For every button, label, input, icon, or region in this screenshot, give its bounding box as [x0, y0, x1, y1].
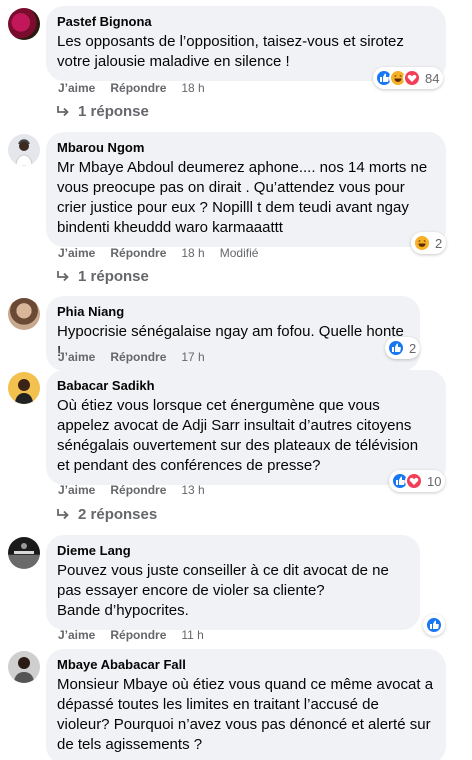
comment-timestamp[interactable]: 17 h [181, 349, 204, 365]
reactions-summary[interactable] [423, 614, 445, 636]
comment-bubble: Mbaye Ababacar Fall Monsieur Mbaye où ét… [46, 649, 446, 760]
love-icon [403, 69, 421, 87]
reply-button[interactable]: Répondre [110, 349, 166, 365]
comment-timestamp[interactable]: 18 h [181, 245, 204, 261]
avatar[interactable] [8, 651, 40, 683]
like-icon [387, 339, 405, 357]
reply-button[interactable]: Répondre [110, 482, 166, 498]
replies-count: 1 réponse [78, 103, 149, 120]
comment-text: Pouvez vous juste conseiller à ce dit av… [57, 562, 389, 619]
comment-author[interactable]: Dieme Lang [57, 543, 408, 559]
comment-author[interactable]: Phia Niang [57, 304, 408, 320]
comment-timestamp[interactable]: 13 h [181, 482, 204, 498]
avatar[interactable] [8, 537, 40, 569]
reply-button[interactable]: Répondre [110, 80, 166, 96]
comment-author[interactable]: Pastef Bignona [57, 14, 434, 30]
comment-bubble: Mbarou Ngom Mr Mbaye Abdoul deumerez aph… [46, 132, 446, 247]
comment-bubble: Babacar Sadikh Où étiez vous lorsque cet… [46, 370, 446, 485]
comment-actions: J’aime Répondre 18 h Modifié [58, 245, 258, 261]
comment-author[interactable]: Mbaye Ababacar Fall [57, 657, 434, 673]
comment-text: Monsieur Mbaye où étiez vous quand ce mê… [57, 676, 434, 753]
comment-text: Mr Mbaye Abdoul deumerez aphone.... nos … [57, 159, 428, 236]
like-icon [425, 616, 443, 634]
reply-arrow-icon [57, 508, 69, 519]
comment-actions: J’aime Répondre 17 h [58, 349, 205, 365]
like-button[interactable]: J’aime [58, 482, 95, 498]
reactions-summary[interactable]: 2 [385, 337, 421, 359]
comment-actions: J’aime Répondre 18 h [58, 80, 205, 96]
reply-button[interactable]: Répondre [110, 627, 166, 643]
avatar[interactable] [8, 298, 40, 330]
comment-bubble: Dieme Lang Pouvez vous juste conseiller … [46, 535, 420, 630]
comment-actions: J’aime Répondre 13 h [58, 482, 205, 498]
haha-icon [413, 234, 431, 252]
like-button[interactable]: J’aime [58, 627, 95, 643]
comment-author[interactable]: Babacar Sadikh [57, 378, 434, 394]
reaction-count: 2 [435, 235, 443, 251]
edited-label: Modifié [219, 246, 259, 260]
replies-count: 2 réponses [78, 506, 158, 523]
avatar[interactable] [8, 8, 40, 40]
reaction-count: 84 [425, 70, 440, 86]
reply-arrow-icon [57, 270, 69, 281]
view-replies-link[interactable]: 1 réponse [56, 103, 149, 120]
comment-author[interactable]: Mbarou Ngom [57, 140, 434, 156]
comment-text: Les opposants de l’opposition, taisez-vo… [57, 33, 404, 70]
replies-count: 1 réponse [78, 268, 149, 285]
comment-timestamp[interactable]: 18 h [181, 80, 204, 96]
reaction-count: 10 [427, 473, 442, 489]
like-button[interactable]: J’aime [58, 80, 95, 96]
reactions-summary[interactable]: 84 [373, 67, 444, 89]
avatar[interactable] [8, 372, 40, 404]
reactions-summary[interactable]: 10 [389, 470, 446, 492]
reply-arrow-icon [57, 105, 69, 116]
reactions-summary[interactable]: 2 [411, 232, 447, 254]
reply-button[interactable]: Répondre [110, 245, 166, 261]
like-button[interactable]: J’aime [58, 245, 95, 261]
view-replies-link[interactable]: 1 réponse [56, 268, 149, 285]
comment-timestamp[interactable]: 11 h [181, 627, 203, 643]
comment-text: Où étiez vous lorsque cet énergumène que… [57, 397, 419, 474]
avatar[interactable] [8, 134, 40, 166]
reaction-count: 2 [409, 340, 417, 356]
like-button[interactable]: J’aime [58, 349, 95, 365]
comment-actions: J’aime Répondre 11 h [58, 627, 204, 643]
love-icon [405, 472, 423, 490]
view-replies-link[interactable]: 2 réponses [56, 506, 157, 523]
